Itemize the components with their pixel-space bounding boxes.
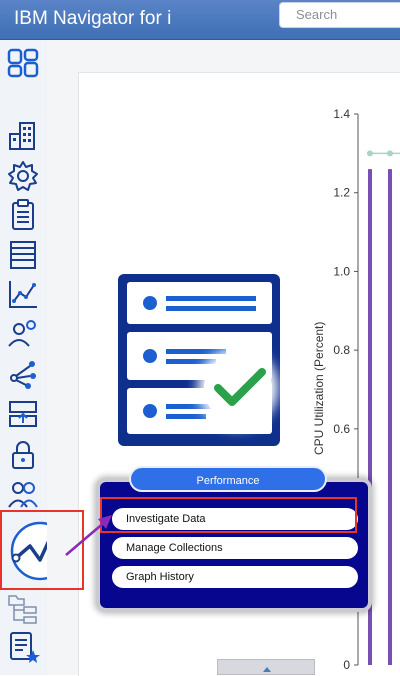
server-check-illustration [118, 274, 280, 446]
series-point [387, 150, 393, 157]
y-tick-label: 1.2 [333, 186, 350, 200]
highlight-investigate-data [100, 497, 357, 533]
horizontal-scrollbar[interactable] [217, 659, 315, 675]
folder-tree-icon[interactable] [6, 592, 40, 626]
clipboard-icon[interactable] [6, 198, 40, 232]
y-tick-label: 0.6 [333, 422, 350, 436]
y-tick-label: 0.8 [333, 343, 350, 357]
y-tick-label: 1.0 [333, 264, 350, 278]
search-input[interactable]: Search [279, 2, 400, 28]
lock-icon[interactable] [6, 438, 40, 472]
building-icon[interactable] [6, 120, 40, 154]
users-icon[interactable] [6, 477, 40, 511]
y-axis-label: CPU Utilization (Percent) [312, 321, 326, 455]
line-chart-icon[interactable] [6, 277, 40, 311]
upload-server-icon[interactable] [6, 396, 40, 430]
performance-menu-title: Performance [129, 466, 327, 492]
menu-item-graph-history[interactable]: Graph History [112, 566, 358, 588]
dashboard-icon[interactable] [6, 46, 40, 80]
y-tick-label: 1.4 [333, 107, 350, 121]
user-gear-icon[interactable] [6, 316, 40, 350]
list-star-icon[interactable] [6, 630, 40, 664]
series-point [367, 150, 373, 157]
menu-item-manage-collections[interactable]: Manage Collections [112, 537, 358, 559]
cpu-bar [388, 169, 392, 665]
gear-icon[interactable] [6, 159, 40, 193]
app-title: IBM Navigator for i [14, 8, 172, 29]
database-icon[interactable] [6, 238, 40, 272]
pointer-arrow-icon [65, 515, 112, 556]
network-icon[interactable] [6, 356, 40, 390]
y-tick-label: 0 [343, 658, 350, 672]
